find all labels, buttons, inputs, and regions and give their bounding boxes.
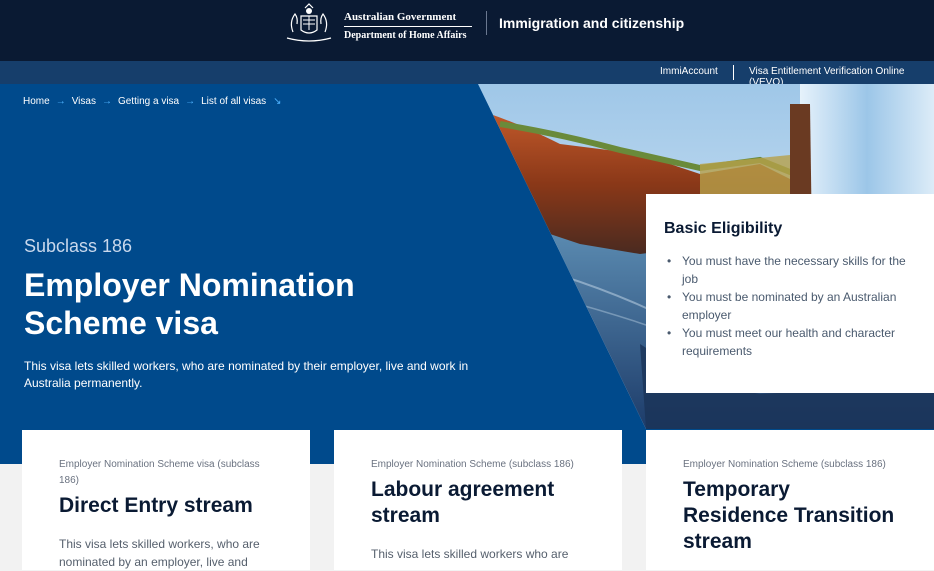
- breadcrumb-getting-a-visa[interactable]: Getting a visa: [118, 96, 179, 107]
- coat-of-arms-logo[interactable]: [279, 2, 339, 44]
- eligibility-item: • You must meet our health and character …: [664, 324, 916, 360]
- bullet-icon: •: [667, 254, 672, 268]
- basic-eligibility-panel: Basic Eligibility • You must have the nec…: [646, 194, 934, 393]
- card-kicker: Employer Nomination Scheme (subclass 186…: [371, 459, 574, 470]
- arrow-down-right-icon[interactable]: ↘: [273, 96, 281, 107]
- wordmark-rule: [344, 26, 472, 27]
- gov-line2: Department of Home Affairs: [344, 30, 467, 41]
- bullet-icon: •: [667, 326, 672, 340]
- gov-line1: Australian Government: [344, 11, 457, 23]
- card-title[interactable]: Labour agreement stream: [371, 477, 586, 529]
- arrow-right-icon: →: [101, 96, 112, 107]
- immiaccount-link[interactable]: ImmiAccount: [660, 66, 718, 77]
- bullet-icon: •: [667, 290, 672, 304]
- eligibility-item: • You must have the necessary skills for …: [664, 252, 916, 288]
- utility-divider: [733, 65, 734, 80]
- eligibility-item-text: You must have the necessary skills for t…: [682, 254, 906, 286]
- breadcrumb-visas[interactable]: Visas: [72, 96, 96, 107]
- header-divider: [486, 11, 487, 35]
- arrow-right-icon: →: [55, 96, 66, 107]
- eligibility-list: • You must have the necessary skills for …: [664, 252, 916, 360]
- site-title[interactable]: Immigration and citizenship: [499, 15, 684, 31]
- card-kicker: Employer Nomination Scheme visa (subclas…: [59, 459, 260, 486]
- card-description: This visa lets skilled workers who are: [371, 547, 569, 561]
- page-title: Employer Nomination Scheme visa: [24, 267, 355, 341]
- site-header: Australian Government Department of Home…: [0, 0, 934, 61]
- eligibility-heading: Basic Eligibility: [664, 220, 783, 237]
- breadcrumb-home[interactable]: Home: [23, 96, 50, 107]
- hero-description: This visa lets skilled workers, who are …: [24, 359, 469, 390]
- stream-card-labour-agreement[interactable]: Employer Nomination Scheme (subclass 186…: [334, 430, 622, 570]
- visa-subclass: Subclass 186: [24, 236, 133, 256]
- stream-card-temporary-residence-transition[interactable]: Employer Nomination Scheme (subclass 186…: [646, 430, 934, 570]
- card-kicker: Employer Nomination Scheme (subclass 186…: [683, 459, 886, 470]
- card-title[interactable]: Temporary Residence Transition stream: [683, 477, 898, 555]
- breadcrumb: Home → Visas → Getting a visa → List of …: [23, 96, 288, 107]
- government-wordmark[interactable]: Australian Government Department of Home…: [344, 11, 472, 41]
- stream-card-direct-entry[interactable]: Employer Nomination Scheme visa (subclas…: [22, 430, 310, 570]
- breadcrumb-list-of-all-visas[interactable]: List of all visas: [201, 96, 266, 107]
- arrow-right-icon: →: [185, 96, 196, 107]
- eligibility-item-text: You must be nominated by an Australian e…: [682, 290, 897, 322]
- utility-bar: ImmiAccount Visa Entitlement Verificatio…: [0, 61, 934, 88]
- card-title[interactable]: Direct Entry stream: [59, 493, 274, 519]
- eligibility-item: • You must be nominated by an Australian …: [664, 288, 916, 324]
- eligibility-item-text: You must meet our health and character r…: [682, 326, 896, 358]
